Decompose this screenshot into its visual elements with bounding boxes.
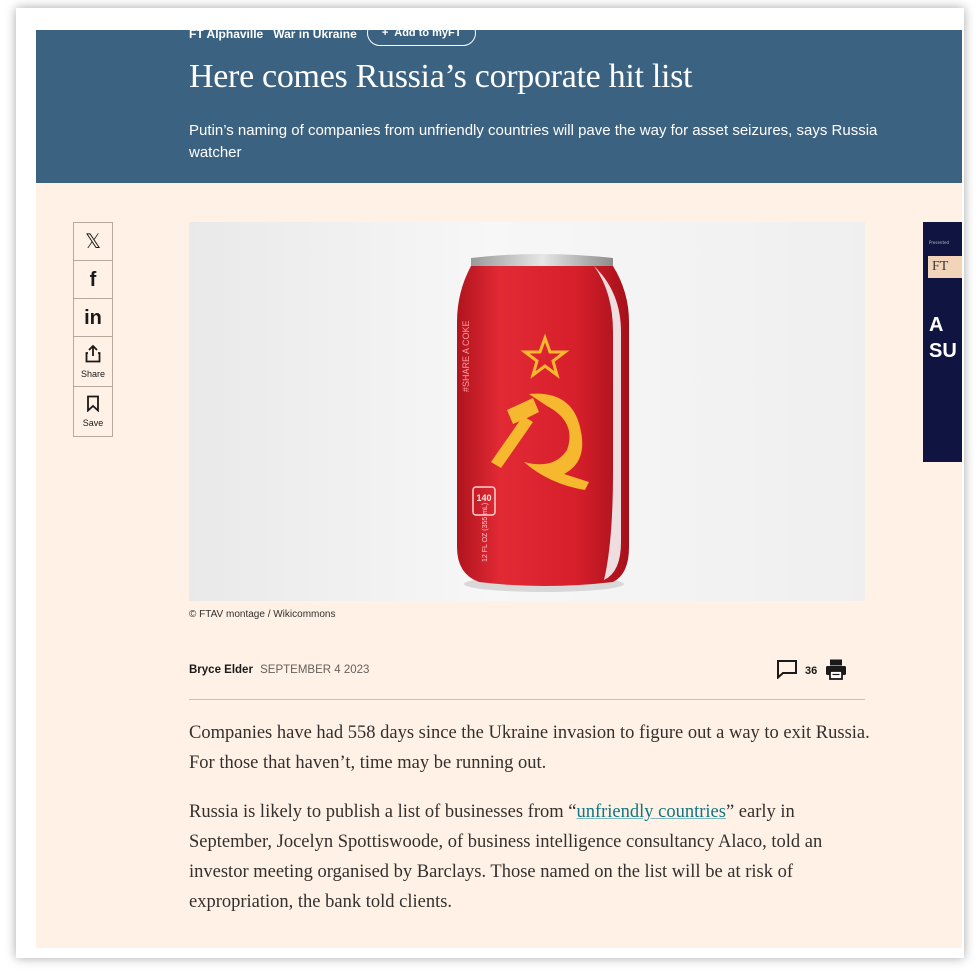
print-icon[interactable] bbox=[825, 658, 847, 684]
author-link[interactable]: Bryce Elder bbox=[189, 664, 253, 676]
save-button[interactable]: Save bbox=[74, 387, 112, 436]
add-to-myft-button[interactable]: + Add to myFT bbox=[366, 30, 477, 46]
article-header: FT Alphaville War in Ukraine + Add to my… bbox=[36, 30, 962, 183]
unfriendly-countries-link[interactable]: unfriendly countries bbox=[576, 802, 726, 822]
share-button[interactable]: Share bbox=[74, 337, 112, 387]
advertisement[interactable]: Presented FT A SU bbox=[923, 222, 962, 462]
share-linkedin-button[interactable]: in bbox=[74, 299, 112, 337]
byline: Bryce Elder SEPTEMBER 4 2023 bbox=[189, 664, 369, 676]
article-tools: 36 bbox=[776, 658, 847, 684]
soda-can: #SHARE A COKE 140 12 FL OZ (355 mL) bbox=[457, 254, 629, 586]
comments-button[interactable]: 36 bbox=[776, 659, 817, 683]
tag-ft-alphaville[interactable]: FT Alphaville bbox=[189, 30, 263, 41]
publish-date: SEPTEMBER 4 2023 bbox=[260, 664, 370, 676]
x-icon: 𝕏 bbox=[84, 230, 102, 253]
share-icon bbox=[85, 344, 101, 368]
byline-divider bbox=[189, 699, 865, 700]
add-to-myft-label: Add to myFT bbox=[394, 30, 462, 39]
linkedin-icon: in bbox=[84, 306, 102, 329]
facebook-icon: f bbox=[89, 268, 97, 291]
can-calories: 140 bbox=[476, 493, 491, 503]
hero-image: #SHARE A COKE 140 12 FL OZ (355 mL) bbox=[189, 222, 865, 601]
ad-headline: A SU bbox=[929, 314, 957, 362]
topic-tags: FT Alphaville War in Ukraine + Add to my… bbox=[189, 30, 477, 46]
comment-count: 36 bbox=[805, 665, 818, 677]
plus-icon: + bbox=[381, 30, 389, 39]
save-label: Save bbox=[82, 418, 104, 428]
share-x-button[interactable]: 𝕏 bbox=[74, 223, 112, 261]
paragraph-2: Russia is likely to publish a list of bu… bbox=[189, 797, 873, 917]
ad-presented-label: Presented bbox=[929, 240, 950, 245]
share-toolbar: 𝕏 f in Share Save bbox=[73, 222, 113, 437]
article-page: FT Alphaville War in Ukraine + Add to my… bbox=[36, 30, 962, 948]
tag-war-in-ukraine[interactable]: War in Ukraine bbox=[273, 30, 357, 41]
share-facebook-button[interactable]: f bbox=[74, 261, 112, 299]
image-caption: © FTAV montage / Wikicommons bbox=[189, 609, 336, 620]
ad-ft-logo: FT bbox=[928, 256, 962, 278]
standfirst: Putin’s naming of companies from unfrien… bbox=[189, 122, 878, 161]
comment-icon bbox=[776, 659, 798, 683]
article-body: Companies have had 558 days since the Uk… bbox=[189, 718, 873, 936]
can-side-text: #SHARE A COKE bbox=[461, 320, 471, 392]
bookmark-icon bbox=[86, 395, 100, 417]
headline: Here comes Russia’s corporate hit list bbox=[189, 58, 693, 95]
can-volume: 12 FL OZ (355 mL) bbox=[482, 503, 489, 562]
paragraph-2-start: Russia is likely to publish a list of bu… bbox=[189, 802, 577, 822]
paragraph-1: Companies have had 558 days since the Uk… bbox=[189, 723, 870, 773]
share-label: Share bbox=[80, 368, 106, 379]
